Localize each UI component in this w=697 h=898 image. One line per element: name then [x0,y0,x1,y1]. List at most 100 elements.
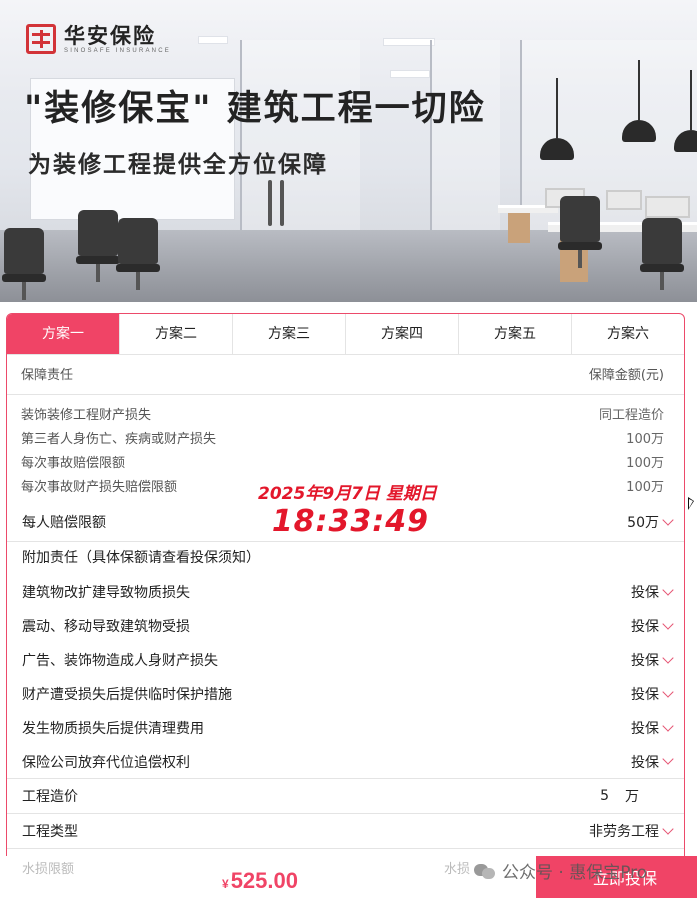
coverage-label: 每次事故赔偿限额 [21,456,126,471]
water-damage-limit-label: 水损限额 [22,862,75,877]
per-person-limit-select[interactable]: 50万 [627,512,674,532]
tab-plan-4[interactable]: 方案四 [345,314,458,354]
project-cost-row: 工程造价 5 万 [7,779,684,814]
project-type-label: 工程类型 [22,824,78,840]
chevron-down-icon [662,753,674,765]
sinosafe-logo-icon [26,24,56,54]
hero-banner: 华安保险 SINOSAFE INSURANCE "装修保宝" 建筑工程一切险 为… [0,0,697,302]
logo-chinese-name: 华安保险 [64,23,156,48]
addon-value: 投保 [631,653,659,669]
plan-tabs: 方案一 方案二 方案三 方案四 方案五 方案六 [7,314,684,355]
chevron-down-icon [662,685,674,698]
desk-leg [508,213,530,243]
project-cost-input[interactable]: 5 [600,788,609,804]
addon-value: 投保 [631,619,659,635]
door-handle [280,180,284,226]
currency-symbol: ¥ [222,877,229,891]
banner-headline: "装修保宝" 建筑工程一切险 [24,89,486,129]
sinosafe-logo: 华安保险 SINOSAFE INSURANCE [26,24,171,54]
ceiling-light [383,38,435,46]
ceiling-light [198,36,228,44]
addon-select[interactable]: 投保 [631,650,674,670]
price-amount: 525.00 [230,868,298,893]
monitor [645,196,690,218]
addon-label: 建筑物改扩建导致物质损失 [22,585,190,601]
addon-value: 投保 [631,721,659,737]
office-chair [640,218,684,290]
per-person-limit-label: 每人赔偿限额 [22,515,106,531]
chevron-down-icon [662,719,674,732]
tab-plan-6[interactable]: 方案六 [571,314,684,354]
glass-wall [430,40,500,240]
per-person-limit-value: 50万 [627,515,659,531]
tab-plan-3[interactable]: 方案三 [232,314,345,354]
addon-label: 广告、装饰物造成人身财产损失 [22,653,218,669]
coverage-value: 100万 [626,432,664,447]
addon-value: 投保 [631,585,659,601]
chevron-down-icon [662,822,674,835]
pendant-lamp [540,78,574,160]
chevron-down-icon [662,617,674,630]
addon-select[interactable]: 投保 [631,616,674,636]
logo-english-name: SINOSAFE INSURANCE [64,47,171,54]
project-type-select[interactable]: 非劳务工程 [589,821,674,841]
addon-select[interactable]: 投保 [631,684,674,704]
coverage-label: 装饰装修工程财产损失 [21,408,152,423]
coverage-row: 装饰装修工程财产损失 同工程造价 [7,404,684,428]
project-cost-field[interactable]: 5 万 [600,786,639,806]
banner-subline: 为装修工程提供全方位保障 [28,152,328,178]
coverage-row: 每次事故赔偿限额 100万 [7,452,684,476]
project-type-value: 非劳务工程 [589,824,659,840]
door-handle [268,180,272,226]
overlay-date: 2025年9月7日 星期日 [258,484,437,504]
tab-plan-1[interactable]: 方案一 [7,314,119,354]
pendant-lamp [622,60,656,142]
tab-plan-5[interactable]: 方案五 [458,314,571,354]
addon-select[interactable]: 投保 [631,752,674,772]
mouse-cursor-icon [688,497,694,510]
wechat-icon [474,862,496,880]
plan-card: 方案一 方案二 方案三 方案四 方案五 方案六 保障责任 保障金额(元) 装饰装… [6,313,685,898]
addon-label: 震动、移动导致建筑物受损 [22,619,190,635]
watermark-text: 公众号 · 惠保宝Pro [502,863,648,883]
monitor [606,190,642,210]
coverage-value: 100万 [626,480,664,495]
tab-plan-2[interactable]: 方案二 [119,314,232,354]
coverage-row: 第三者人身伤亡、疾病或财产损失 100万 [7,428,684,452]
addon-value: 投保 [631,687,659,703]
addon-row[interactable]: 建筑物改扩建导致物质损失 投保 [7,575,684,609]
chevron-down-icon [662,651,674,664]
office-chair [558,196,602,268]
wechat-watermark: 公众号 · 惠保宝Pro [474,858,647,883]
total-price: ¥525.00 [222,868,298,894]
coverage-table-header: 保障责任 保障金额(元) [7,355,684,395]
addon-select[interactable]: 投保 [631,582,674,602]
addon-section-title: 附加责任（具体保额请查看投保须知） [22,550,260,566]
project-cost-label: 工程造价 [22,789,78,805]
addon-label: 发生物质损失后提供清理费用 [22,721,204,737]
water-damage-value: 水损 [444,862,471,877]
addon-row[interactable]: 保险公司放弃代位追偿权利 投保 [7,745,684,779]
addon-select[interactable]: 投保 [631,718,674,738]
addon-row[interactable]: 财产遭受损失后提供临时保护措施 投保 [7,677,684,711]
datetime-overlay: 2025年9月7日 星期日 18:33:49 [258,483,437,539]
coverage-label: 第三者人身伤亡、疾病或财产损失 [21,432,217,447]
chevron-down-icon [662,583,674,596]
coverage-label: 每次事故财产损失赔偿限额 [21,480,178,495]
chevron-down-icon [662,513,674,526]
coverage-column-label: 保障责任 [21,368,74,383]
coverage-value: 同工程造价 [598,408,664,423]
amount-column-label: 保障金额(元) [588,368,664,383]
project-cost-unit: 万 [625,789,639,805]
office-chair [76,210,120,282]
addon-label: 保险公司放弃代位追偿权利 [22,754,190,771]
coverage-value: 100万 [626,456,664,471]
project-type-row[interactable]: 工程类型 非劳务工程 [7,814,684,849]
addon-row[interactable]: 广告、装饰物造成人身财产损失 投保 [7,643,684,677]
addon-value: 投保 [631,754,659,771]
addon-row[interactable]: 发生物质损失后提供清理费用 投保 [7,711,684,745]
addon-row[interactable]: 震动、移动导致建筑物受损 投保 [7,609,684,643]
overlay-time: 18:33:49 [271,504,430,539]
addon-label: 财产遭受损失后提供临时保护措施 [22,687,232,703]
office-chair [116,218,160,290]
